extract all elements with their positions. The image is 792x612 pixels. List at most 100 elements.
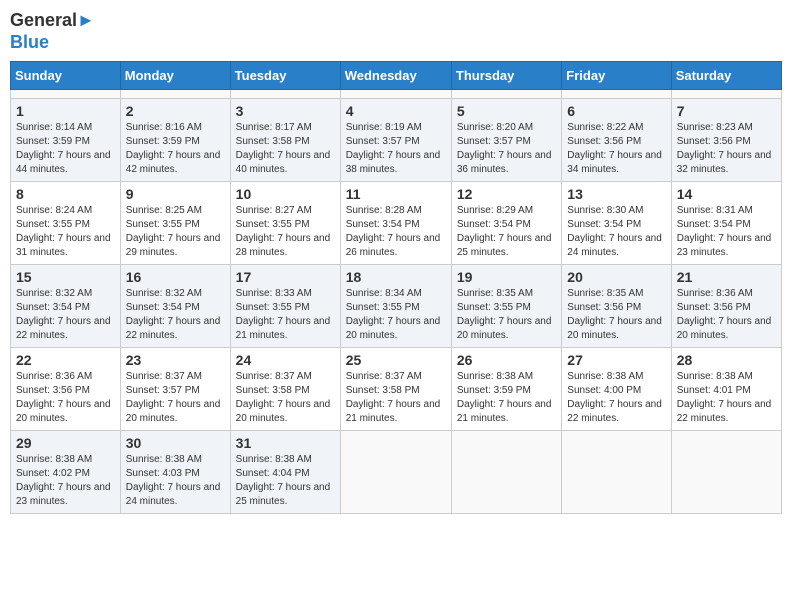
day-info: Sunrise: 8:37 AMSunset: 3:58 PMDaylight:…	[346, 370, 446, 426]
day-number: 16	[126, 269, 225, 285]
day-cell: 5 Sunrise: 8:20 AMSunset: 3:57 PMDaylight…	[451, 99, 561, 182]
day-info: Sunrise: 8:19 AMSunset: 3:57 PMDaylight:…	[346, 121, 446, 177]
day-cell: 26 Sunrise: 8:38 AMSunset: 3:59 PMDayligh…	[451, 348, 561, 431]
header-saturday: Saturday	[671, 62, 781, 90]
day-info: Sunrise: 8:36 AMSunset: 3:56 PMDaylight:…	[16, 370, 115, 426]
day-cell: 22 Sunrise: 8:36 AMSunset: 3:56 PMDayligh…	[11, 348, 121, 431]
day-info: Sunrise: 8:23 AMSunset: 3:56 PMDaylight:…	[677, 121, 776, 177]
day-cell: 3 Sunrise: 8:17 AMSunset: 3:58 PMDaylight…	[230, 99, 340, 182]
day-info: Sunrise: 8:17 AMSunset: 3:58 PMDaylight:…	[236, 121, 335, 177]
day-number: 30	[126, 435, 225, 451]
day-cell	[340, 90, 451, 99]
day-number: 26	[457, 352, 556, 368]
day-number: 5	[457, 103, 556, 119]
calendar-table: SundayMondayTuesdayWednesdayThursdayFrid…	[10, 61, 782, 514]
day-cell: 30Sunrise: 8:38 AMSunset: 4:03 PMDayligh…	[120, 431, 230, 514]
day-info: Sunrise: 8:30 AMSunset: 3:54 PMDaylight:…	[567, 204, 665, 260]
page-header: General► Blue	[10, 10, 782, 53]
day-info: Sunrise: 8:38 AMSunset: 4:04 PMDaylight:…	[236, 453, 335, 509]
day-info: Sunrise: 8:37 AMSunset: 3:57 PMDaylight:…	[126, 370, 225, 426]
header-thursday: Thursday	[451, 62, 561, 90]
day-number: 22	[16, 352, 115, 368]
day-info: Sunrise: 8:24 AMSunset: 3:55 PMDaylight:…	[16, 204, 115, 260]
day-info: Sunrise: 8:28 AMSunset: 3:54 PMDaylight:…	[346, 204, 446, 260]
day-cell: 6Sunrise: 8:22 AMSunset: 3:56 PMDaylight…	[562, 99, 671, 182]
day-number: 18	[346, 269, 446, 285]
day-cell: 25 Sunrise: 8:37 AMSunset: 3:58 PMDayligh…	[340, 348, 451, 431]
day-cell	[562, 90, 671, 99]
day-cell: 14 Sunrise: 8:31 AMSunset: 3:54 PMDayligh…	[671, 182, 781, 265]
day-cell: 23Sunrise: 8:37 AMSunset: 3:57 PMDayligh…	[120, 348, 230, 431]
day-number: 14	[677, 186, 776, 202]
day-number: 31	[236, 435, 335, 451]
day-info: Sunrise: 8:29 AMSunset: 3:54 PMDaylight:…	[457, 204, 556, 260]
day-info: Sunrise: 8:14 AMSunset: 3:59 PMDaylight:…	[16, 121, 115, 177]
day-cell: 21Sunrise: 8:36 AMSunset: 3:56 PMDayligh…	[671, 265, 781, 348]
day-cell	[11, 90, 121, 99]
day-info: Sunrise: 8:16 AMSunset: 3:59 PMDaylight:…	[126, 121, 225, 177]
day-number: 17	[236, 269, 335, 285]
day-number: 8	[16, 186, 115, 202]
day-number: 7	[677, 103, 776, 119]
day-info: Sunrise: 8:25 AMSunset: 3:55 PMDaylight:…	[126, 204, 225, 260]
day-info: Sunrise: 8:36 AMSunset: 3:56 PMDaylight:…	[677, 287, 776, 343]
day-cell: 18Sunrise: 8:34 AMSunset: 3:55 PMDayligh…	[340, 265, 451, 348]
day-cell: 31 Sunrise: 8:38 AMSunset: 4:04 PMDayligh…	[230, 431, 340, 514]
day-cell: 17 Sunrise: 8:33 AMSunset: 3:55 PMDayligh…	[230, 265, 340, 348]
day-cell: 24 Sunrise: 8:37 AMSunset: 3:58 PMDayligh…	[230, 348, 340, 431]
day-info: Sunrise: 8:33 AMSunset: 3:55 PMDaylight:…	[236, 287, 335, 343]
logo: General► Blue	[10, 10, 95, 53]
day-cell: 10Sunrise: 8:27 AMSunset: 3:55 PMDayligh…	[230, 182, 340, 265]
day-cell	[340, 431, 451, 514]
day-info: Sunrise: 8:38 AMSunset: 3:59 PMDaylight:…	[457, 370, 556, 426]
day-cell: 9 Sunrise: 8:25 AMSunset: 3:55 PMDaylight…	[120, 182, 230, 265]
day-number: 24	[236, 352, 335, 368]
day-number: 15	[16, 269, 115, 285]
day-number: 6	[567, 103, 665, 119]
calendar-header-row: SundayMondayTuesdayWednesdayThursdayFrid…	[11, 62, 782, 90]
week-row-5: 29Sunrise: 8:38 AMSunset: 4:02 PMDayligh…	[11, 431, 782, 514]
day-info: Sunrise: 8:35 AMSunset: 3:56 PMDaylight:…	[567, 287, 665, 343]
day-cell: 15Sunrise: 8:32 AMSunset: 3:54 PMDayligh…	[11, 265, 121, 348]
day-number: 10	[236, 186, 335, 202]
day-cell	[120, 90, 230, 99]
day-cell: 29Sunrise: 8:38 AMSunset: 4:02 PMDayligh…	[11, 431, 121, 514]
week-row-0	[11, 90, 782, 99]
day-number: 1	[16, 103, 115, 119]
day-info: Sunrise: 8:38 AMSunset: 4:01 PMDaylight:…	[677, 370, 776, 426]
day-number: 3	[236, 103, 335, 119]
logo-graphic: General► Blue	[10, 10, 95, 53]
week-row-1: 1 Sunrise: 8:14 AMSunset: 3:59 PMDaylight…	[11, 99, 782, 182]
day-cell	[451, 90, 561, 99]
day-number: 13	[567, 186, 665, 202]
day-cell: 28Sunrise: 8:38 AMSunset: 4:01 PMDayligh…	[671, 348, 781, 431]
header-tuesday: Tuesday	[230, 62, 340, 90]
day-cell	[671, 431, 781, 514]
logo-text: General► Blue	[10, 10, 95, 53]
day-number: 4	[346, 103, 446, 119]
day-cell	[230, 90, 340, 99]
day-number: 25	[346, 352, 446, 368]
day-number: 12	[457, 186, 556, 202]
day-cell: 12 Sunrise: 8:29 AMSunset: 3:54 PMDayligh…	[451, 182, 561, 265]
day-cell: 27Sunrise: 8:38 AMSunset: 4:00 PMDayligh…	[562, 348, 671, 431]
day-cell: 13 Sunrise: 8:30 AMSunset: 3:54 PMDayligh…	[562, 182, 671, 265]
day-cell: 20 Sunrise: 8:35 AMSunset: 3:56 PMDayligh…	[562, 265, 671, 348]
header-wednesday: Wednesday	[340, 62, 451, 90]
day-cell: 2 Sunrise: 8:16 AMSunset: 3:59 PMDaylight…	[120, 99, 230, 182]
header-friday: Friday	[562, 62, 671, 90]
day-cell: 11Sunrise: 8:28 AMSunset: 3:54 PMDayligh…	[340, 182, 451, 265]
day-number: 19	[457, 269, 556, 285]
day-cell: 7 Sunrise: 8:23 AMSunset: 3:56 PMDaylight…	[671, 99, 781, 182]
day-number: 9	[126, 186, 225, 202]
day-info: Sunrise: 8:38 AMSunset: 4:00 PMDaylight:…	[567, 370, 665, 426]
day-info: Sunrise: 8:31 AMSunset: 3:54 PMDaylight:…	[677, 204, 776, 260]
week-row-4: 22 Sunrise: 8:36 AMSunset: 3:56 PMDayligh…	[11, 348, 782, 431]
day-cell	[671, 90, 781, 99]
day-number: 2	[126, 103, 225, 119]
day-cell: 19Sunrise: 8:35 AMSunset: 3:55 PMDayligh…	[451, 265, 561, 348]
day-info: Sunrise: 8:37 AMSunset: 3:58 PMDaylight:…	[236, 370, 335, 426]
day-info: Sunrise: 8:32 AMSunset: 3:54 PMDaylight:…	[126, 287, 225, 343]
day-number: 20	[567, 269, 665, 285]
day-info: Sunrise: 8:20 AMSunset: 3:57 PMDaylight:…	[457, 121, 556, 177]
